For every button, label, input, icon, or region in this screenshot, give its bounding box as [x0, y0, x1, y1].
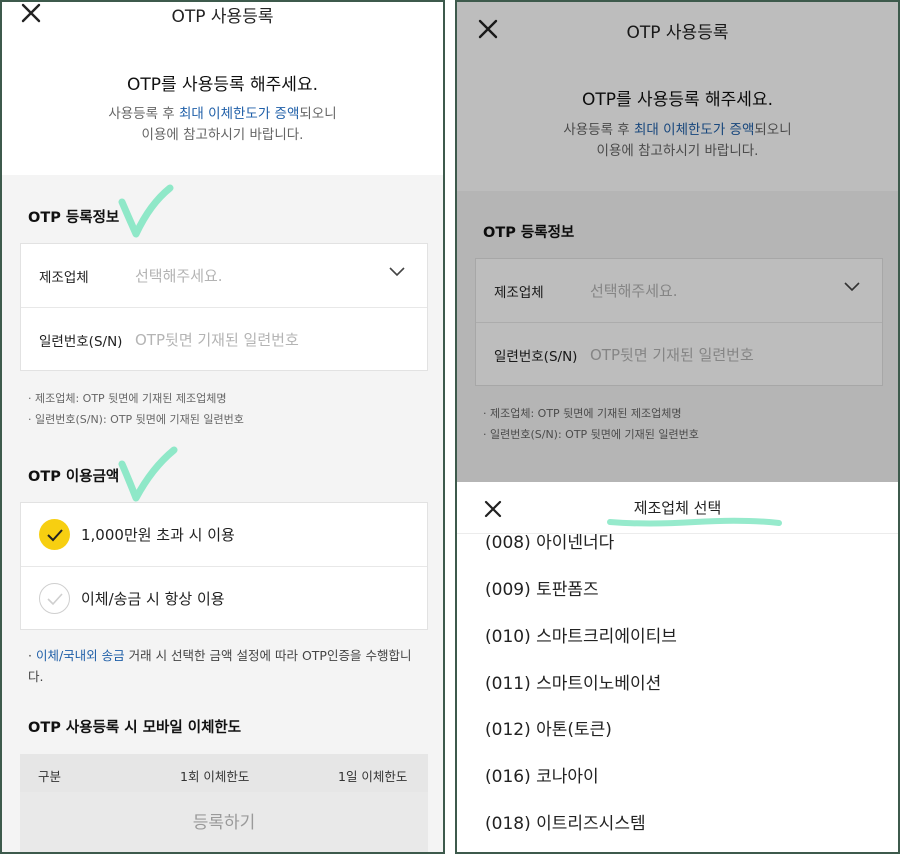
serial-label: 일련번호(S/N)	[39, 334, 123, 350]
checkbox-checked[interactable]	[39, 519, 70, 550]
vendor-item[interactable]: (009) 토판폼즈	[485, 575, 599, 600]
handwritten-check-annotation	[118, 184, 174, 238]
check-icon	[47, 529, 63, 542]
vendor-item[interactable]: (012) 아톤(토큰)	[485, 715, 612, 740]
registration-card: 제조업체 선택해주세요. 일련번호(S/N) OTP뒷면 기재된 일련번호	[20, 243, 428, 371]
manufacturer-label: 제조업체	[39, 270, 89, 286]
manufacturer-placeholder: 선택해주세요.	[135, 267, 223, 285]
option-always[interactable]: 이체/송금 시 항상 이용	[21, 566, 427, 629]
otp-registration-screen: OTP 사용등록 OTP를 사용등록 해주세요. 사용등록 후 최대 이체한도가…	[0, 0, 445, 854]
col-category: 구분	[38, 769, 62, 784]
vendor-item[interactable]: (010) 스마트크리에이티브	[485, 622, 677, 647]
serial-placeholder[interactable]: OTP뒷면 기재된 일련번호	[135, 329, 299, 350]
dim-overlay[interactable]	[457, 2, 898, 482]
vendor-list: (008) 아이넨너다 (009) 토판폼즈 (010) 스마트크리에이티브 (…	[457, 534, 898, 852]
section-title-registration: OTP 등록정보	[28, 210, 120, 226]
option-over-10m[interactable]: 1,000만원 초과 시 이용	[21, 503, 427, 566]
vendor-item[interactable]: (011) 스마트이노베이션	[485, 669, 661, 694]
manufacturer-select[interactable]: 제조업체 선택해주세요.	[21, 244, 427, 307]
option-label: 이체/송금 시 항상 이용	[81, 590, 225, 608]
serial-number-field[interactable]: 일련번호(S/N) OTP뒷면 기재된 일련번호	[21, 307, 427, 370]
note-serial: · 일련번호(S/N): OTP 뒷면에 기재된 일련번호	[28, 413, 244, 426]
chevron-down-icon	[389, 267, 405, 277]
col-per-transaction: 1회 이체한도	[180, 769, 250, 784]
register-button[interactable]: 등록하기	[20, 792, 428, 852]
limit-table-header: 구분 1회 이체한도 1일 이체한도	[20, 754, 428, 794]
col-per-day: 1일 이체한도	[338, 769, 408, 784]
section-title-amount: OTP 이용금액	[28, 469, 120, 485]
note-manufacturer: · 제조업체: OTP 뒷면에 기재된 제조업체명	[28, 392, 227, 405]
intro-line1: 사용등록 후 최대 이체한도가 증액되오니	[108, 106, 337, 122]
section-title-limit: OTP 사용등록 시 모바일 이체한도	[28, 720, 242, 736]
otp-info-text: · 이체/국내외 송금 거래 시 선택한 금액 설정에 따라 OTP인증을 수행…	[28, 648, 412, 684]
handwritten-underline-annotation	[607, 517, 782, 527]
registration-notes: · 제조업체: OTP 뒷면에 기재된 제조업체명 · 일련번호(S/N): O…	[28, 388, 244, 430]
amount-options-card: 1,000만원 초과 시 이용 이체/송금 시 항상 이용	[20, 502, 428, 630]
vendor-item[interactable]: (016) 코나아이	[485, 762, 599, 787]
transfer-link[interactable]: 이체/국내외 송금	[36, 648, 125, 663]
header: OTP 사용등록	[2, 2, 443, 34]
intro-section: OTP를 사용등록 해주세요. 사용등록 후 최대 이체한도가 증액되오니 이용…	[2, 34, 443, 175]
handwritten-check-annotation	[118, 446, 178, 502]
limit-increase-highlight: 최대 이체한도가 증액	[179, 106, 300, 122]
check-icon	[47, 593, 63, 606]
checkbox-unchecked[interactable]	[39, 583, 70, 614]
vendor-item[interactable]: (008) 아이넨너다	[485, 534, 614, 553]
sheet-title: 제조업체 선택	[633, 499, 722, 517]
otp-registration-screen-with-sheet: OTP 사용등록 OTP를 사용등록 해주세요. 사용등록 후 최대 이체한도가…	[455, 0, 900, 854]
intro-heading: OTP를 사용등록 해주세요.	[127, 75, 318, 95]
sheet-header: 제조업체 선택	[457, 482, 898, 534]
option-label: 1,000만원 초과 시 이용	[81, 526, 235, 544]
header-title: OTP 사용등록	[171, 7, 274, 27]
intro-line2: 이용에 참고하시기 바랍니다.	[141, 127, 304, 143]
manufacturer-bottom-sheet: 제조업체 선택 (008) 아이넨너다 (009) 토판폼즈 (010) 스마트…	[457, 482, 898, 852]
vendor-item[interactable]: (018) 이트리즈시스템	[485, 809, 646, 834]
